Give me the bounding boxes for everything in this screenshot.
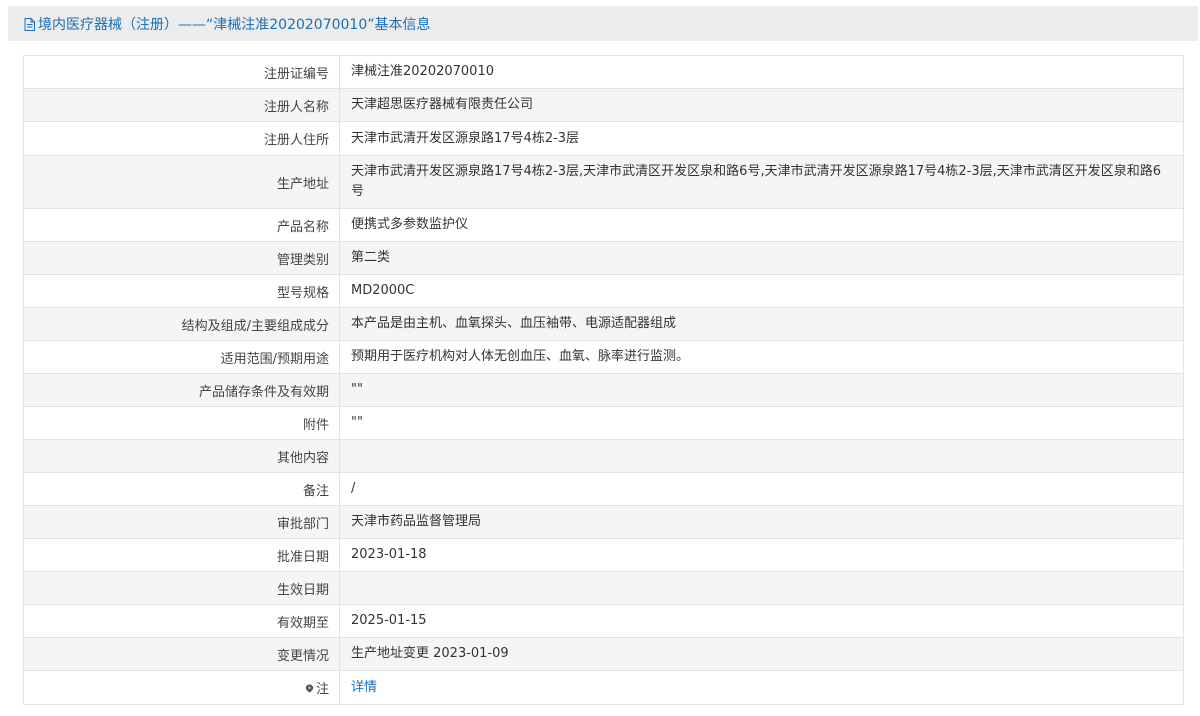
details-link[interactable]: 详情 [351, 680, 377, 695]
row-value: 天津市武清开发区源泉路17号4栋2-3层 [339, 121, 1184, 156]
row-label: 管理类别 [23, 241, 340, 275]
row-value: 2023-01-18 [339, 538, 1184, 572]
table-row: 有效期至 2025-01-15 [23, 604, 1184, 638]
row-value: 本产品是由主机、血氧探头、血压袖带、电源适配器组成 [339, 307, 1184, 341]
row-label: 备注 [23, 472, 340, 506]
row-label: 其他内容 [23, 439, 340, 473]
info-table: 注册证编号 津械注准20202070010 注册人名称 天津超思医疗器械有限责任… [23, 55, 1184, 705]
panel-header: 境内医疗器械（注册）——“津械注准20202070010”基本信息 [8, 6, 1198, 41]
table-row: 适用范围/预期用途 预期用于医疗机构对人体无创血压、血氧、脉率进行监测。 [23, 340, 1184, 374]
row-value: 第二类 [339, 241, 1184, 275]
map-pin-icon [305, 684, 314, 693]
table-row: 批准日期 2023-01-18 [23, 538, 1184, 572]
row-value: 津械注准20202070010 [339, 55, 1184, 89]
table-row: 注册证编号 津械注准20202070010 [23, 55, 1184, 89]
row-label: 结构及组成/主要组成成分 [23, 307, 340, 341]
row-value [339, 439, 1184, 473]
row-value: MD2000C [339, 274, 1184, 308]
row-value: 天津超思医疗器械有限责任公司 [339, 88, 1184, 122]
row-label: 产品储存条件及有效期 [23, 373, 340, 407]
table-row: 注册人名称 天津超思医疗器械有限责任公司 [23, 88, 1184, 122]
table-row: 生产地址 天津市武清开发区源泉路17号4栋2-3层,天津市武清区开发区泉和路6号… [23, 155, 1184, 209]
table-row: 结构及组成/主要组成成分 本产品是由主机、血氧探头、血压袖带、电源适配器组成 [23, 307, 1184, 341]
row-value: 便携式多参数监护仪 [339, 208, 1184, 242]
row-label: 产品名称 [23, 208, 340, 242]
table-row: 产品名称 便携式多参数监护仪 [23, 208, 1184, 242]
row-label: 型号规格 [23, 274, 340, 308]
row-value: 天津市药品监督管理局 [339, 505, 1184, 539]
table-row: 备注 / [23, 472, 1184, 506]
row-label: 注 [23, 670, 340, 705]
document-icon [24, 18, 35, 31]
row-label: 注册人住所 [23, 121, 340, 156]
row-label: 生效日期 [23, 571, 340, 605]
row-value: / [339, 472, 1184, 506]
row-value: 生产地址变更 2023-01-09 [339, 637, 1184, 671]
table-row-note: 注 详情 [23, 670, 1184, 705]
row-value: "" [339, 373, 1184, 407]
table-row: 审批部门 天津市药品监督管理局 [23, 505, 1184, 539]
table-row: 生效日期 [23, 571, 1184, 605]
page: 境内医疗器械（注册）——“津械注准20202070010”基本信息 注册证编号 … [0, 0, 1200, 716]
row-value: "" [339, 406, 1184, 440]
table-row: 管理类别 第二类 [23, 241, 1184, 275]
table-row: 其他内容 [23, 439, 1184, 473]
row-label: 有效期至 [23, 604, 340, 638]
table-row: 型号规格 MD2000C [23, 274, 1184, 308]
row-value: 预期用于医疗机构对人体无创血压、血氧、脉率进行监测。 [339, 340, 1184, 374]
row-value [339, 571, 1184, 605]
row-label: 注册人名称 [23, 88, 340, 122]
row-value: 详情 [339, 670, 1184, 705]
row-value: 天津市武清开发区源泉路17号4栋2-3层,天津市武清区开发区泉和路6号,天津市武… [339, 155, 1184, 209]
row-label: 注册证编号 [23, 55, 340, 89]
row-label: 变更情况 [23, 637, 340, 671]
table-row: 产品储存条件及有效期 "" [23, 373, 1184, 407]
row-label: 审批部门 [23, 505, 340, 539]
row-label: 附件 [23, 406, 340, 440]
note-label: 注 [315, 682, 329, 697]
row-label: 适用范围/预期用途 [23, 340, 340, 374]
table-row: 变更情况 生产地址变更 2023-01-09 [23, 637, 1184, 671]
page-title: 境内医疗器械（注册）——“津械注准20202070010”基本信息 [38, 16, 431, 33]
row-value: 2025-01-15 [339, 604, 1184, 638]
table-row: 附件 "" [23, 406, 1184, 440]
table-row: 注册人住所 天津市武清开发区源泉路17号4栋2-3层 [23, 121, 1184, 156]
row-label: 生产地址 [23, 155, 340, 209]
row-label: 批准日期 [23, 538, 340, 572]
